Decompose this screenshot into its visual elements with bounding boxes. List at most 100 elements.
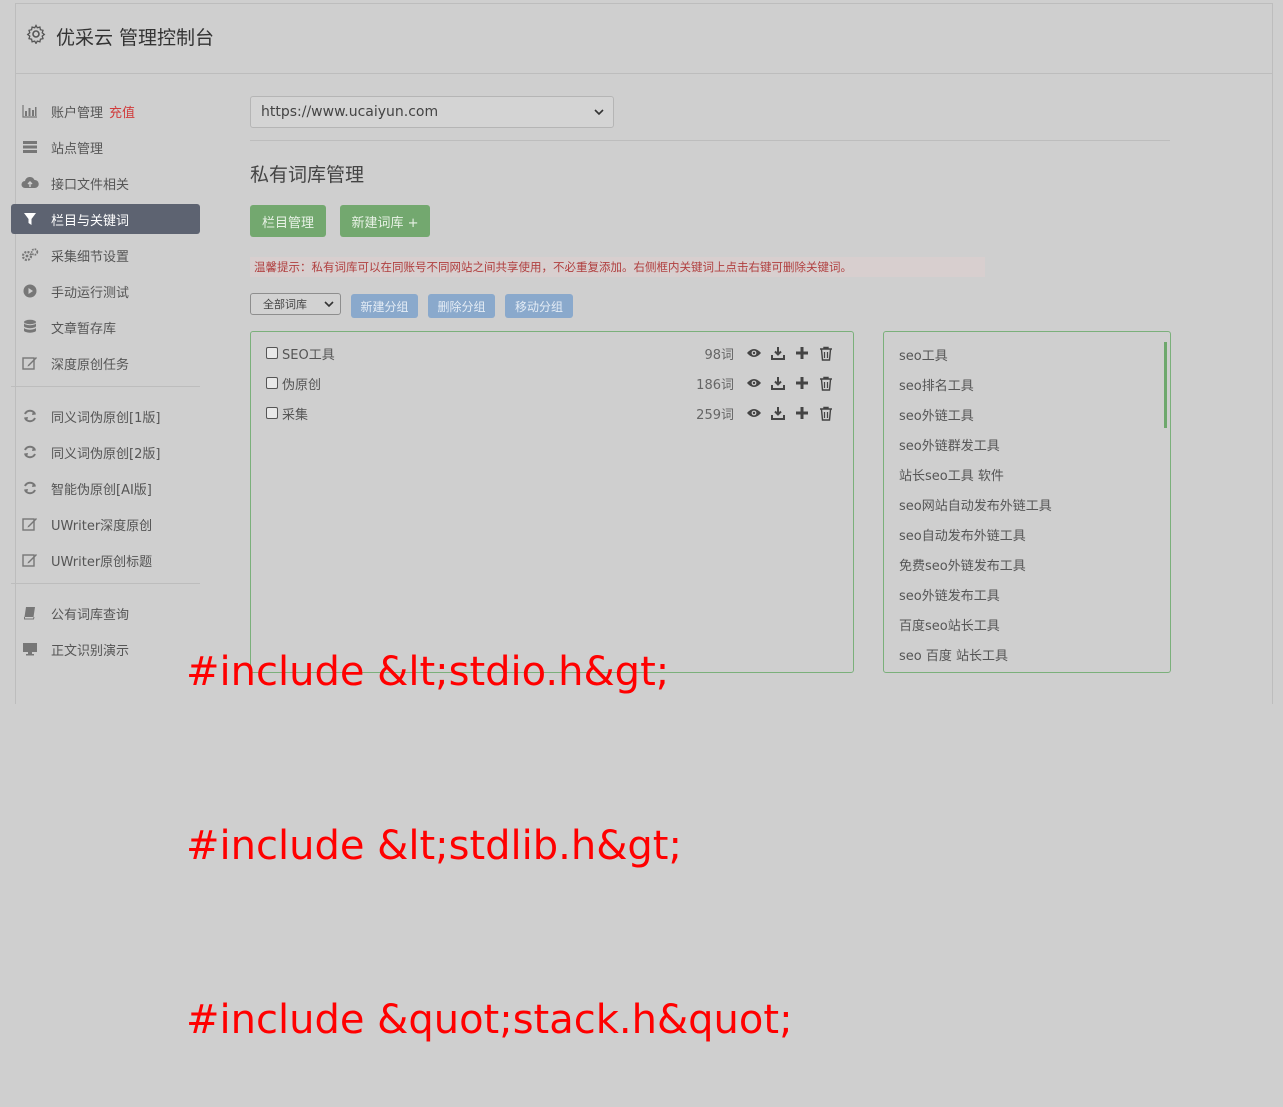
code-overlay-text: #include &lt;stdio.h&gt; #include &lt;st… [186, 527, 1186, 1107]
sidebar-item-article-store[interactable]: 文章暂存库 [11, 312, 200, 342]
sidebar-divider [11, 386, 200, 387]
trash-icon[interactable] [814, 405, 838, 421]
sidebar-item-label: 文章暂存库 [51, 321, 117, 337]
site-select[interactable]: https://www.ucaiyun.com [250, 96, 614, 128]
filter-icon [21, 211, 39, 227]
column-manage-button[interactable]: 栏目管理 [250, 205, 326, 237]
overlay-line: #include &lt;stdlib.h&gt; [186, 823, 682, 869]
sidebar-item-label: 深度原创任务 [51, 357, 130, 373]
sidebar-item-account[interactable]: 账户管理 充值 [11, 96, 200, 126]
scrollbar[interactable] [1164, 342, 1167, 428]
lexicon-name[interactable]: SEO工具 [282, 344, 674, 363]
sidebar-item-manual-run[interactable]: 手动运行测试 [11, 276, 200, 306]
sidebar-item-collect-settings[interactable]: 采集细节设置 [11, 240, 200, 270]
plus-icon[interactable] [790, 345, 814, 361]
lexicon-count: 98词 [704, 347, 734, 363]
keyword-item[interactable]: seo排名工具 [899, 377, 974, 397]
sidebar-item-deep-original[interactable]: 深度原创任务 [11, 348, 200, 378]
sidebar-item-label: 智能伪原创[AI版] [51, 482, 152, 498]
sidebar-item-label: UWriter深度原创 [51, 518, 153, 534]
sidebar-item-label: 正文识别演示 [51, 643, 130, 659]
server-icon [21, 139, 39, 155]
keyword-item[interactable]: seo网站自动发布外链工具 [899, 497, 1052, 517]
app-title: 优采云 管理控制台 [56, 27, 215, 49]
sidebar-item-label: 接口文件相关 [51, 177, 130, 193]
sidebar-item-columns-keywords[interactable]: 栏目与关键词 [11, 204, 200, 234]
overlay-line: #include &lt;stdio.h&gt; [186, 649, 670, 695]
sidebar-item-text-recognition[interactable]: 正文识别演示 [11, 634, 200, 664]
sidebar-divider [11, 583, 200, 584]
header: 优采云 管理控制台 [16, 4, 1272, 74]
sidebar-item-label: 同义词伪原创[1版] [51, 410, 161, 426]
gear-icon [26, 24, 46, 44]
lexicon-count: 259词 [696, 407, 734, 423]
refresh-icon [21, 444, 39, 460]
lexicon-row[interactable]: 采集 259词 [266, 402, 838, 424]
sidebar-item-synonym-v2[interactable]: 同义词伪原创[2版] [11, 437, 200, 467]
page-title: 私有词库管理 [250, 164, 365, 186]
sidebar-item-label: 手动运行测试 [51, 285, 130, 301]
play-circle-icon [21, 283, 39, 299]
lexicon-checkbox[interactable] [266, 347, 278, 359]
sidebar-item-public-lexicon[interactable]: 公有词库查询 [11, 598, 200, 628]
trash-icon[interactable] [814, 375, 838, 391]
lexicon-name[interactable]: 伪原创 [282, 374, 674, 393]
lexicon-name[interactable]: 采集 [282, 404, 674, 423]
eye-icon[interactable] [742, 345, 766, 361]
edit-icon [21, 552, 39, 568]
download-icon[interactable] [766, 405, 790, 421]
bar-chart-icon [21, 103, 39, 119]
recharge-link[interactable]: 充值 [109, 102, 135, 121]
chevron-down-icon [594, 109, 604, 116]
cloud-upload-icon [21, 175, 39, 191]
book-icon [21, 605, 39, 621]
keyword-item[interactable]: seo工具 [899, 347, 948, 367]
lexicon-group-select[interactable]: 全部词库 [250, 293, 341, 315]
sidebar-item-ai-original[interactable]: 智能伪原创[AI版] [11, 473, 200, 503]
edit-icon [21, 516, 39, 532]
sidebar-item-interface[interactable]: 接口文件相关 [11, 168, 200, 198]
plus-icon[interactable] [790, 405, 814, 421]
edit-icon [21, 355, 39, 371]
eye-icon[interactable] [742, 375, 766, 391]
sidebar-item-label: 站点管理 [51, 141, 104, 157]
monitor-icon [21, 641, 39, 657]
move-group-button[interactable]: 移动分组 [505, 294, 573, 318]
group-select-value: 全部词库 [263, 298, 307, 311]
delete-group-button[interactable]: 删除分组 [428, 294, 495, 318]
overlay-line: #include &quot;stack.h&quot; [186, 997, 793, 1043]
sidebar: 账户管理 充值 站点管理 接口文件相关 栏目与关键词 采集细节设置 手动运行测试… [11, 96, 200, 670]
lexicon-row[interactable]: 伪原创 186词 [266, 372, 838, 394]
lexicon-count: 186词 [696, 377, 734, 393]
refresh-icon [21, 408, 39, 424]
keyword-item[interactable]: seo外链工具 [899, 407, 974, 427]
sidebar-item-label: 账户管理 [51, 105, 104, 121]
sidebar-item-uwriter-title[interactable]: UWriter原创标题 [11, 545, 200, 575]
site-select-value: https://www.ucaiyun.com [261, 104, 439, 120]
sidebar-item-sites[interactable]: 站点管理 [11, 132, 200, 162]
lexicon-checkbox[interactable] [266, 377, 278, 389]
eye-icon[interactable] [742, 405, 766, 421]
download-icon[interactable] [766, 345, 790, 361]
trash-icon[interactable] [814, 345, 838, 361]
sidebar-item-label: 同义词伪原创[2版] [51, 446, 161, 462]
plus-icon[interactable] [790, 375, 814, 391]
keyword-item[interactable]: seo外链群发工具 [899, 437, 1000, 457]
sidebar-item-synonym-v1[interactable]: 同义词伪原创[1版] [11, 401, 200, 431]
sidebar-item-label: 栏目与关键词 [51, 213, 130, 229]
cogs-icon [21, 247, 39, 263]
divider [250, 140, 1170, 141]
sidebar-item-label: UWriter原创标题 [51, 554, 153, 570]
sidebar-item-uwriter-deep[interactable]: UWriter深度原创 [11, 509, 200, 539]
chevron-down-icon [324, 301, 334, 308]
sidebar-item-label: 采集细节设置 [51, 249, 130, 265]
lexicon-checkbox[interactable] [266, 407, 278, 419]
new-lexicon-button[interactable]: 新建词库 + [340, 205, 430, 237]
database-icon [21, 319, 39, 335]
new-group-button[interactable]: 新建分组 [351, 294, 418, 318]
sidebar-item-label: 公有词库查询 [51, 607, 130, 623]
lexicon-row[interactable]: SEO工具 98词 [266, 342, 838, 364]
tip-text: 温馨提示：私有词库可以在同账号不同网站之间共享使用，不必重复添加。右侧框内关键词… [250, 257, 985, 277]
keyword-item[interactable]: 站长seo工具 软件 [899, 467, 1004, 487]
download-icon[interactable] [766, 375, 790, 391]
